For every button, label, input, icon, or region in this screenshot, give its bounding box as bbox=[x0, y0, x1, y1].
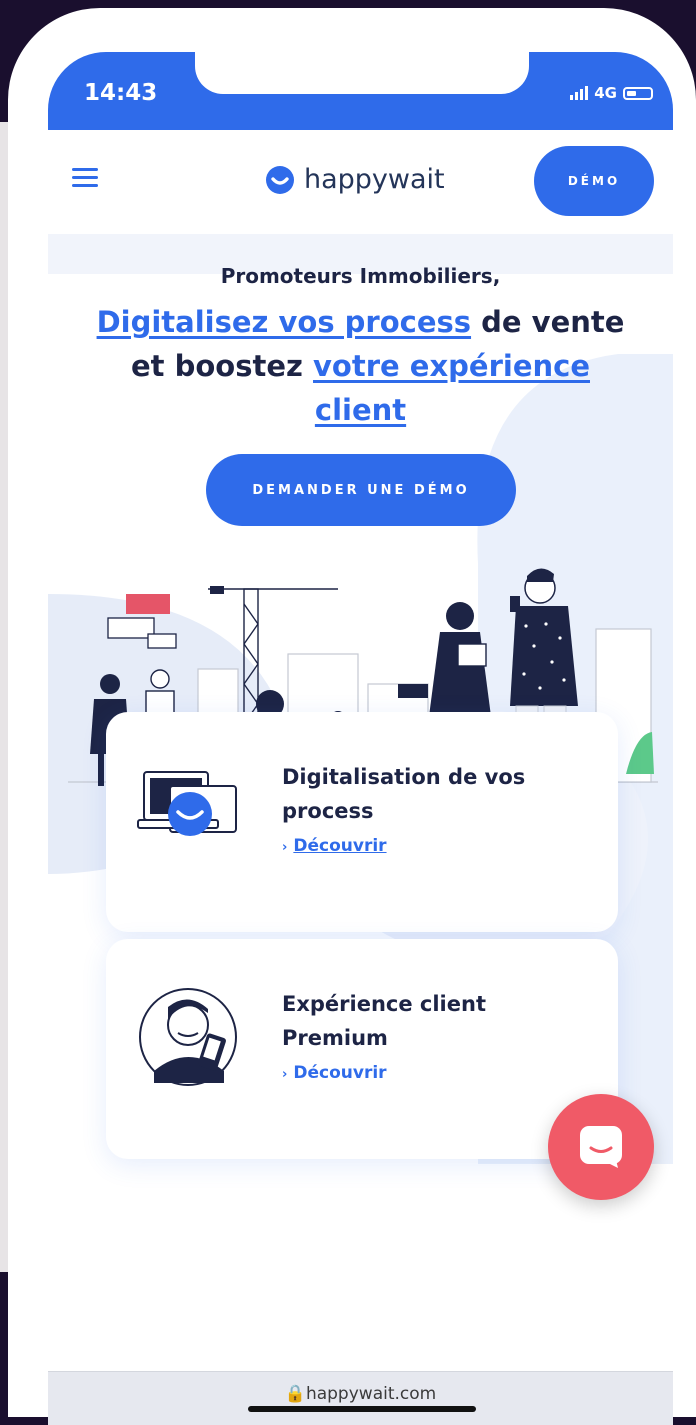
feature-title: Digitalisation de vos process bbox=[282, 765, 526, 823]
hamburger-menu-icon[interactable] bbox=[72, 168, 98, 188]
discover-link[interactable]: › Découvrir bbox=[282, 836, 387, 856]
customer-portrait-icon bbox=[139, 988, 237, 1086]
phone-frame: 14:43 4G happywait DÉMO Promoteurs Immob… bbox=[8, 8, 696, 1425]
discover-link[interactable]: › Découvrir bbox=[282, 1063, 387, 1083]
status-bar: 14:43 4G bbox=[48, 52, 673, 130]
chat-button[interactable] bbox=[548, 1094, 654, 1200]
discover-link-label: Découvrir bbox=[293, 1063, 387, 1083]
logo[interactable]: happywait bbox=[266, 164, 445, 195]
phone-screen: 14:43 4G happywait DÉMO Promoteurs Immob… bbox=[48, 52, 673, 1425]
status-time: 14:43 bbox=[84, 80, 158, 106]
headline-link-digitalisez[interactable]: Digitalisez vos process bbox=[97, 305, 471, 339]
devices-icon bbox=[137, 771, 237, 836]
request-demo-button[interactable]: DEMANDER UNE DÉMO bbox=[206, 454, 516, 526]
logo-smile-icon bbox=[266, 165, 294, 194]
hero-headline: Digitalisez vos process de vente et boos… bbox=[88, 300, 633, 432]
chat-icon bbox=[580, 1126, 622, 1168]
chevron-right-icon: › bbox=[282, 840, 288, 855]
logo-text: happywait bbox=[304, 164, 445, 195]
signal-icon bbox=[570, 86, 589, 100]
status-icons: 4G bbox=[570, 84, 653, 102]
site-header: happywait DÉMO bbox=[48, 130, 673, 234]
lock-icon: 🔒 bbox=[284, 1384, 306, 1404]
network-type: 4G bbox=[594, 84, 617, 102]
home-indicator[interactable] bbox=[248, 1406, 476, 1412]
feature-title: Expérience client Premium bbox=[282, 992, 486, 1050]
demo-button[interactable]: DÉMO bbox=[534, 146, 654, 216]
phone-notch bbox=[195, 52, 529, 94]
battery-icon bbox=[623, 86, 653, 100]
feature-card-experience[interactable]: Expérience client Premium › Découvrir bbox=[106, 939, 618, 1159]
url-text: happywait.com bbox=[305, 1384, 437, 1404]
hero-section: Promoteurs Immobiliers, Digitalisez vos … bbox=[48, 234, 673, 1371]
headline-link-experience[interactable]: votre expérience client bbox=[313, 349, 590, 427]
chevron-right-icon: › bbox=[282, 1067, 288, 1082]
hero-kicker: Promoteurs Immobiliers, bbox=[220, 264, 501, 288]
url-display: 🔒happywait.com bbox=[48, 1384, 673, 1404]
feature-card-digitalisation[interactable]: Digitalisation de vos process › Découvrir bbox=[106, 712, 618, 932]
discover-link-label: Découvrir bbox=[293, 836, 387, 856]
